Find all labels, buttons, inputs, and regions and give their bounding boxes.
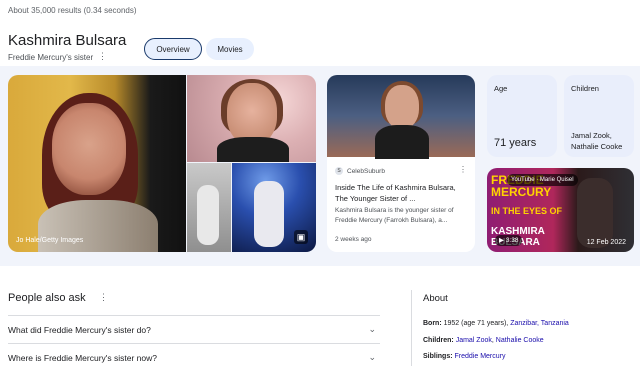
about-children-label: Children: — [423, 337, 454, 344]
about-children-link-1[interactable]: Jamal Zook — [456, 337, 492, 344]
fact-children-value: Jamal Zook, Nathalie Cooke — [571, 130, 622, 152]
chevron-down-icon: ⌄ — [368, 352, 376, 362]
about-divider — [411, 290, 412, 366]
article-source-name: CelebSuburb — [347, 167, 385, 175]
video-date: 12 Feb 2022 — [586, 239, 626, 246]
video-figure — [577, 178, 613, 248]
image-main[interactable]: Jo Hale/Getty Images — [8, 75, 186, 252]
source-logo-icon: S — [335, 167, 343, 175]
about-heading: About — [423, 293, 448, 304]
image-stage[interactable]: ▣ — [232, 163, 316, 252]
photo-subject-face — [227, 83, 277, 145]
about-born-link[interactable]: Zanzibar, Tanzania — [510, 320, 569, 327]
photo-subject-face — [385, 85, 419, 129]
video-duration-text: 3:38 — [505, 237, 519, 244]
article-more-icon[interactable]: ⋮ — [459, 165, 467, 174]
about-children-link-2[interactable]: Nathalie Cooke — [496, 337, 544, 344]
paa-more-icon[interactable]: ⋮ — [99, 292, 108, 303]
article-card[interactable]: S CelebSuburb ⋮ Inside The Life of Kashm… — [327, 75, 475, 252]
about-siblings-label: Siblings: — [423, 353, 453, 360]
about-siblings: Siblings: Freddie Mercury — [423, 353, 505, 360]
article-source: S CelebSuburb — [335, 167, 385, 175]
photo-figure — [254, 181, 284, 247]
article-thumbnail — [327, 75, 475, 159]
image-credit: Jo Hale/Getty Images — [16, 237, 84, 244]
about-born: Born: 1952 (age 71 years), Zanzibar, Tan… — [423, 320, 569, 327]
fact-age-label: Age — [494, 84, 508, 93]
chevron-down-icon: ⌄ — [368, 324, 376, 334]
article-snippet: Kashmira Bulsara is the younger sister o… — [335, 207, 454, 224]
about-children-sep: , — [491, 337, 494, 344]
fact-age-card[interactable]: Age 71 years — [487, 75, 557, 157]
about-born-text: 1952 (age 71 years), — [443, 320, 509, 327]
fact-age-value: 71 years — [494, 137, 537, 149]
video-duration: ▶ 3:38 — [495, 235, 523, 246]
paa-question-text: Where is Freddie Mercury's sister now? — [8, 352, 157, 363]
entity-subtitle: Freddie Mercury's sister — [8, 53, 94, 62]
about-siblings-link[interactable]: Freddie Mercury — [455, 353, 506, 360]
photo-figure — [197, 185, 219, 245]
paa-question-row[interactable]: What did Freddie Mercury's sister do? ⌄ — [8, 315, 380, 343]
video-card[interactable]: FREDDIE MERCURY IN THE EYES OF KASHMIRA … — [487, 168, 634, 252]
more-options-icon[interactable]: ⋮ — [98, 51, 107, 62]
photo-subject-face — [52, 103, 126, 195]
video-title-line2: IN THE EYES OF — [491, 206, 563, 216]
about-born-label: Born: — [423, 320, 442, 327]
photo-subject-body — [38, 200, 158, 252]
video-source: YouTube · Marie Quisel — [507, 174, 578, 186]
fact-children-label: Children — [571, 84, 599, 93]
play-icon: ▶ — [499, 237, 506, 244]
chip-overview[interactable]: Overview — [144, 38, 202, 60]
image-bw[interactable] — [187, 163, 231, 252]
fact-children-value-line2: Nathalie Cooke — [571, 142, 623, 151]
results-count: About 35,000 results (0.34 seconds) — [8, 6, 137, 15]
fact-children-value-line1: Jamal Zook, — [571, 131, 612, 140]
photo-subject-body — [217, 137, 289, 162]
fact-children-card[interactable]: Children Jamal Zook, Nathalie Cooke — [564, 75, 634, 157]
paa-question-text: What did Freddie Mercury's sister do? — [8, 324, 151, 335]
chip-movies[interactable]: Movies — [206, 38, 254, 60]
image-gallery-icon[interactable]: ▣ — [294, 230, 308, 244]
photo-subject-body — [375, 125, 429, 159]
paa-question-row[interactable]: Where is Freddie Mercury's sister now? ⌄ — [8, 343, 380, 366]
article-headline[interactable]: Inside The Life of Kashmira Bulsara, The… — [335, 182, 469, 204]
paa-heading: People also ask — [8, 292, 86, 304]
image-sparkle[interactable] — [187, 75, 316, 162]
about-children: Children: Jamal Zook, Nathalie Cooke — [423, 337, 544, 344]
article-date: 2 weeks ago — [335, 236, 372, 243]
entity-title: Kashmira Bulsara — [8, 32, 127, 49]
